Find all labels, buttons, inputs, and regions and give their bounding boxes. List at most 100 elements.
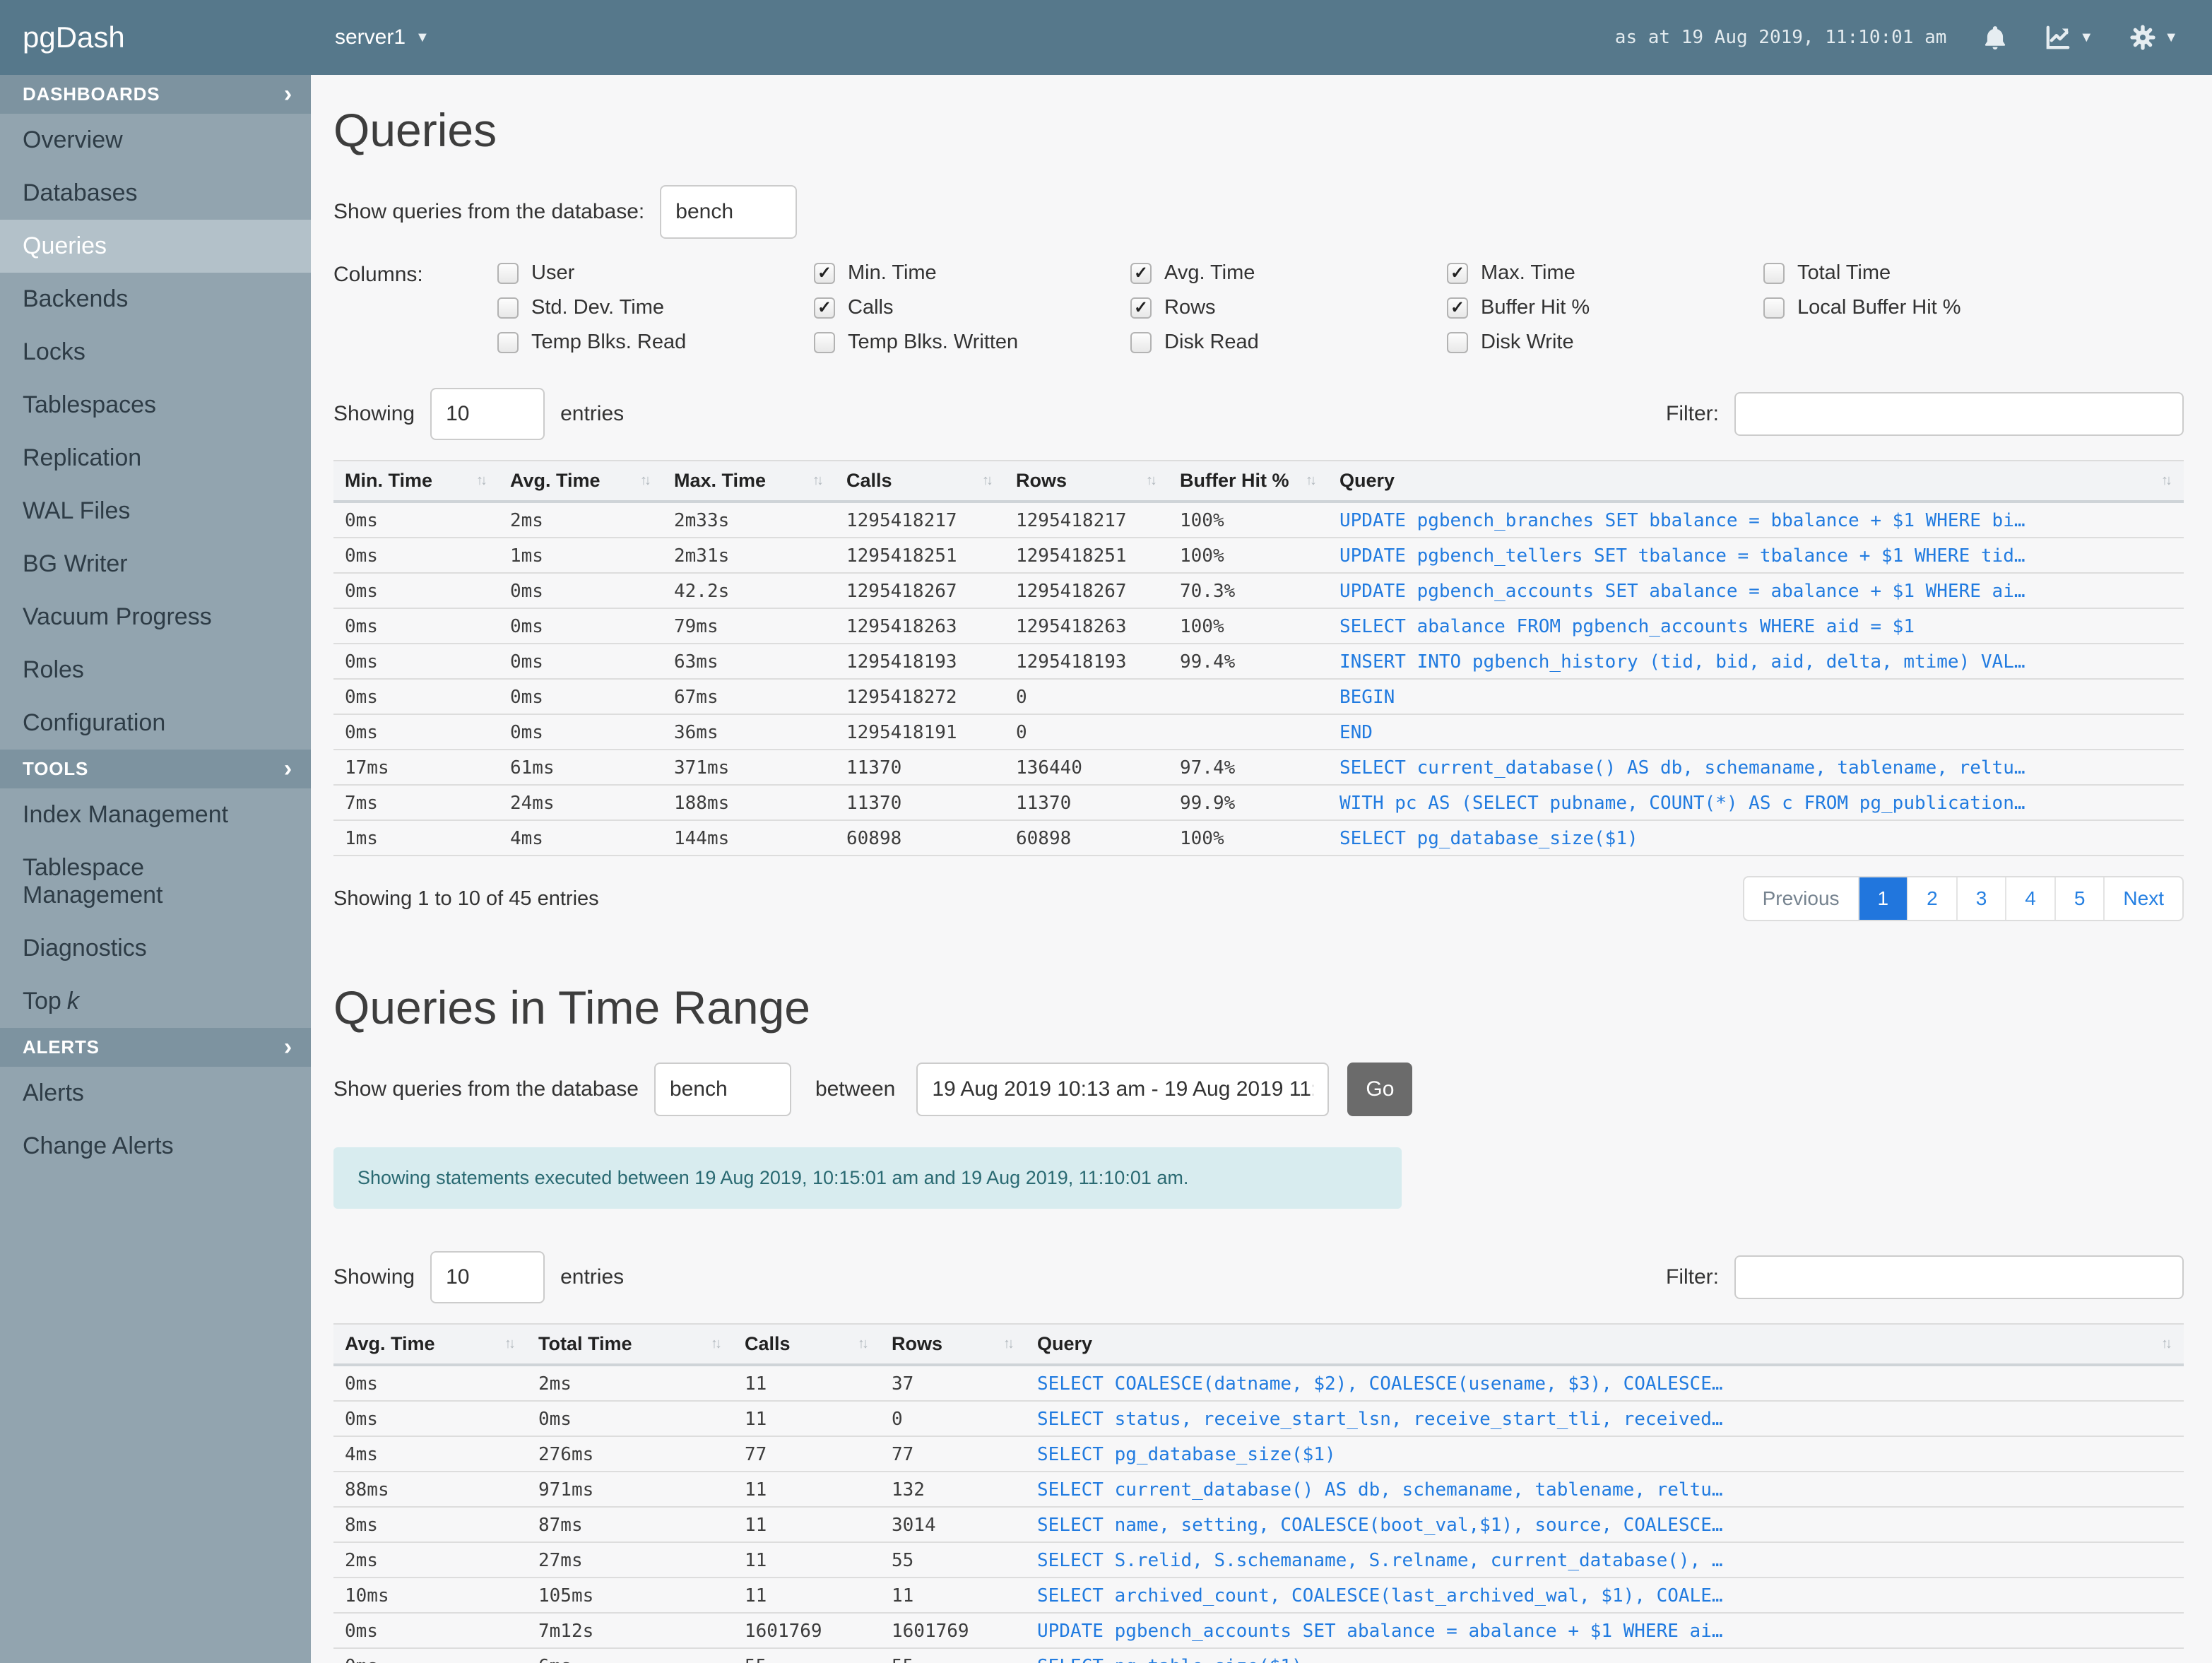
sidebar-item[interactable]: Roles <box>0 644 311 697</box>
entries-count-input[interactable] <box>430 1251 545 1303</box>
entries-count-input[interactable] <box>430 388 545 440</box>
column-header[interactable]: Calls ↑↓ <box>733 1323 880 1366</box>
checkbox-icon[interactable] <box>497 297 519 319</box>
columns-label: Columns: <box>333 263 423 286</box>
time-range-input[interactable] <box>916 1063 1330 1116</box>
column-checkbox-option[interactable]: Rows <box>1130 296 1447 319</box>
sidebar-item[interactable]: Top k <box>0 975 311 1028</box>
pagination-next[interactable]: Next <box>2103 877 2182 920</box>
column-checkbox-option[interactable]: Temp Blks. Written <box>814 331 1130 354</box>
column-checkbox-option[interactable]: Max. Time <box>1447 261 1763 285</box>
checkbox-icon[interactable] <box>497 262 519 284</box>
column-checkbox-option[interactable]: Total Time <box>1763 261 2080 285</box>
checkbox-icon[interactable] <box>814 262 835 284</box>
query-link[interactable]: WITH pc AS (SELECT pubname, COUNT(*) AS … <box>1328 785 2184 820</box>
checkbox-icon[interactable] <box>1763 262 1785 284</box>
column-header[interactable]: Min. Time ↑↓ <box>333 460 499 503</box>
query-link[interactable]: SELECT pg_database_size($1) <box>1026 1436 2184 1472</box>
column-header[interactable]: Max. Time ↑↓ <box>663 460 835 503</box>
sidebar-section-alerts[interactable]: ALERTS › <box>0 1028 311 1067</box>
query-link[interactable]: SELECT current_database() AS db, scheman… <box>1026 1472 2184 1507</box>
column-checkbox-option[interactable]: Temp Blks. Read <box>497 331 814 354</box>
column-header[interactable]: Query ↑↓ <box>1328 460 2184 503</box>
column-checkbox-option[interactable]: Local Buffer Hit % <box>1763 296 2080 319</box>
sidebar-item[interactable]: Diagnostics <box>0 922 311 975</box>
filter-input[interactable] <box>1734 1255 2184 1299</box>
column-checkbox-option[interactable]: Std. Dev. Time <box>497 296 814 319</box>
server-selector[interactable]: server1 ▼ <box>335 25 430 49</box>
time-range-database-input[interactable] <box>653 1063 791 1116</box>
checkbox-icon[interactable] <box>1130 262 1152 284</box>
column-header[interactable]: Rows ↑↓ <box>880 1323 1026 1366</box>
checkbox-icon[interactable] <box>1447 262 1468 284</box>
sidebar-item[interactable]: Tablespaces <box>0 379 311 432</box>
sidebar-item[interactable]: Locks <box>0 326 311 379</box>
column-header[interactable]: Total Time ↑↓ <box>527 1323 733 1366</box>
query-link[interactable]: SELECT S.relid, S.schemaname, S.relname,… <box>1026 1542 2184 1578</box>
filter-input[interactable] <box>1734 392 2184 436</box>
column-checkbox-option[interactable]: Disk Read <box>1130 331 1447 354</box>
checkbox-icon[interactable] <box>1763 297 1785 319</box>
pagination-page[interactable]: 4 <box>2005 877 2054 920</box>
query-link[interactable]: UPDATE pgbench_accounts SET abalance = a… <box>1026 1613 2184 1648</box>
go-button[interactable]: Go <box>1347 1063 1413 1116</box>
sidebar-item[interactable]: Vacuum Progress <box>0 591 311 644</box>
sidebar-section-dashboards[interactable]: DASHBOARDS › <box>0 75 311 114</box>
charts-menu-button[interactable]: ▼ <box>2044 23 2093 52</box>
sidebar-item[interactable]: Alerts <box>0 1067 311 1120</box>
sidebar-item[interactable]: Change Alerts <box>0 1120 311 1173</box>
pagination-page[interactable]: 1 <box>1857 877 1908 920</box>
sidebar-item[interactable]: Index Management <box>0 788 311 841</box>
column-checkbox-option[interactable]: Avg. Time <box>1130 261 1447 285</box>
sidebar-section-tools[interactable]: TOOLS › <box>0 750 311 788</box>
column-header[interactable]: Avg. Time ↑↓ <box>333 1323 527 1366</box>
database-input[interactable] <box>660 185 798 239</box>
query-link[interactable]: SELECT abalance FROM pgbench_accounts WH… <box>1328 608 2184 644</box>
pagination-page[interactable]: 3 <box>1956 877 2006 920</box>
column-header[interactable]: Query ↑↓ <box>1026 1323 2184 1366</box>
sidebar-item[interactable]: Backends <box>0 273 311 326</box>
column-header[interactable]: Buffer Hit % ↑↓ <box>1169 460 1328 503</box>
query-link[interactable]: UPDATE pgbench_accounts SET abalance = a… <box>1328 573 2184 608</box>
sidebar-item[interactable]: Overview <box>0 114 311 167</box>
sidebar-item[interactable]: Configuration <box>0 697 311 750</box>
checkbox-icon[interactable] <box>814 297 835 319</box>
notifications-button[interactable] <box>1982 23 2009 52</box>
query-link[interactable]: BEGIN <box>1328 679 2184 714</box>
sidebar-item[interactable]: Databases <box>0 167 311 220</box>
query-link[interactable]: INSERT INTO pgbench_history (tid, bid, a… <box>1328 644 2184 679</box>
column-checkbox-option[interactable]: User <box>497 261 814 285</box>
query-link[interactable]: UPDATE pgbench_tellers SET tbalance = tb… <box>1328 538 2184 573</box>
sidebar-item[interactable]: WAL Files <box>0 485 311 538</box>
checkbox-icon[interactable] <box>814 331 835 353</box>
column-checkbox-option[interactable]: Buffer Hit % <box>1447 296 1763 319</box>
checkbox-icon[interactable] <box>497 331 519 353</box>
sidebar-item[interactable]: BG Writer <box>0 538 311 591</box>
query-link[interactable]: UPDATE pgbench_branches SET bbalance = b… <box>1328 502 2184 538</box>
sidebar-item[interactable]: Queries <box>0 220 311 273</box>
sidebar-item[interactable]: Tablespace Management <box>0 841 311 922</box>
pagination-page[interactable]: 2 <box>1907 877 1956 920</box>
sidebar-item[interactable]: Replication <box>0 432 311 485</box>
checkbox-icon[interactable] <box>1447 297 1468 319</box>
column-header[interactable]: Calls ↑↓ <box>835 460 1005 503</box>
query-link[interactable]: SELECT current_database() AS db, scheman… <box>1328 750 2184 785</box>
column-checkbox-option[interactable]: Min. Time <box>814 261 1130 285</box>
query-link[interactable]: SELECT pg_database_size($1) <box>1328 820 2184 856</box>
checkbox-icon[interactable] <box>1130 297 1152 319</box>
settings-menu-button[interactable]: ▼ <box>2129 23 2178 52</box>
query-link[interactable]: SELECT COALESCE(datname, $2), COALESCE(u… <box>1026 1365 2184 1401</box>
pagination-previous[interactable]: Previous <box>1744 877 1858 920</box>
pagination-page[interactable]: 5 <box>2054 877 2104 920</box>
query-link[interactable]: SELECT status, receive_start_lsn, receiv… <box>1026 1401 2184 1436</box>
column-header[interactable]: Rows ↑↓ <box>1005 460 1169 503</box>
checkbox-icon[interactable] <box>1447 331 1468 353</box>
column-checkbox-option[interactable]: Disk Write <box>1447 331 1763 354</box>
column-header[interactable]: Avg. Time ↑↓ <box>499 460 663 503</box>
query-link[interactable]: SELECT name, setting, COALESCE(boot_val,… <box>1026 1507 2184 1542</box>
column-checkbox-option[interactable]: Calls <box>814 296 1130 319</box>
query-link[interactable]: SELECT pg_table_size($1) <box>1026 1648 2184 1663</box>
checkbox-icon[interactable] <box>1130 331 1152 353</box>
query-link[interactable]: END <box>1328 714 2184 750</box>
query-link[interactable]: SELECT archived_count, COALESCE(last_arc… <box>1026 1578 2184 1613</box>
